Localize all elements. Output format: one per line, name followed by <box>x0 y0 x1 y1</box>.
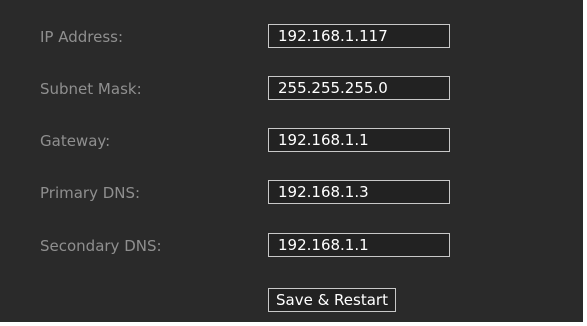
primary-dns-input[interactable] <box>268 180 450 204</box>
primary-dns-label: Primary DNS: <box>40 184 141 202</box>
gateway-input[interactable] <box>268 128 450 152</box>
subnet-mask-label: Subnet Mask: <box>40 80 142 98</box>
ip-address-input[interactable] <box>268 24 450 48</box>
network-settings-panel: IP Address: Subnet Mask: Gateway: Primar… <box>0 0 587 326</box>
gateway-row: Gateway: <box>0 128 583 154</box>
secondary-dns-label: Secondary DNS: <box>40 237 162 255</box>
gateway-label: Gateway: <box>40 132 111 150</box>
subnet-mask-input[interactable] <box>268 76 450 100</box>
subnet-mask-row: Subnet Mask: <box>0 76 583 102</box>
ip-address-label: IP Address: <box>40 28 124 46</box>
secondary-dns-input[interactable] <box>268 233 450 257</box>
ip-address-row: IP Address: <box>0 24 583 50</box>
save-restart-button[interactable]: Save & Restart <box>268 288 396 312</box>
secondary-dns-row: Secondary DNS: <box>0 233 583 259</box>
primary-dns-row: Primary DNS: <box>0 180 583 206</box>
